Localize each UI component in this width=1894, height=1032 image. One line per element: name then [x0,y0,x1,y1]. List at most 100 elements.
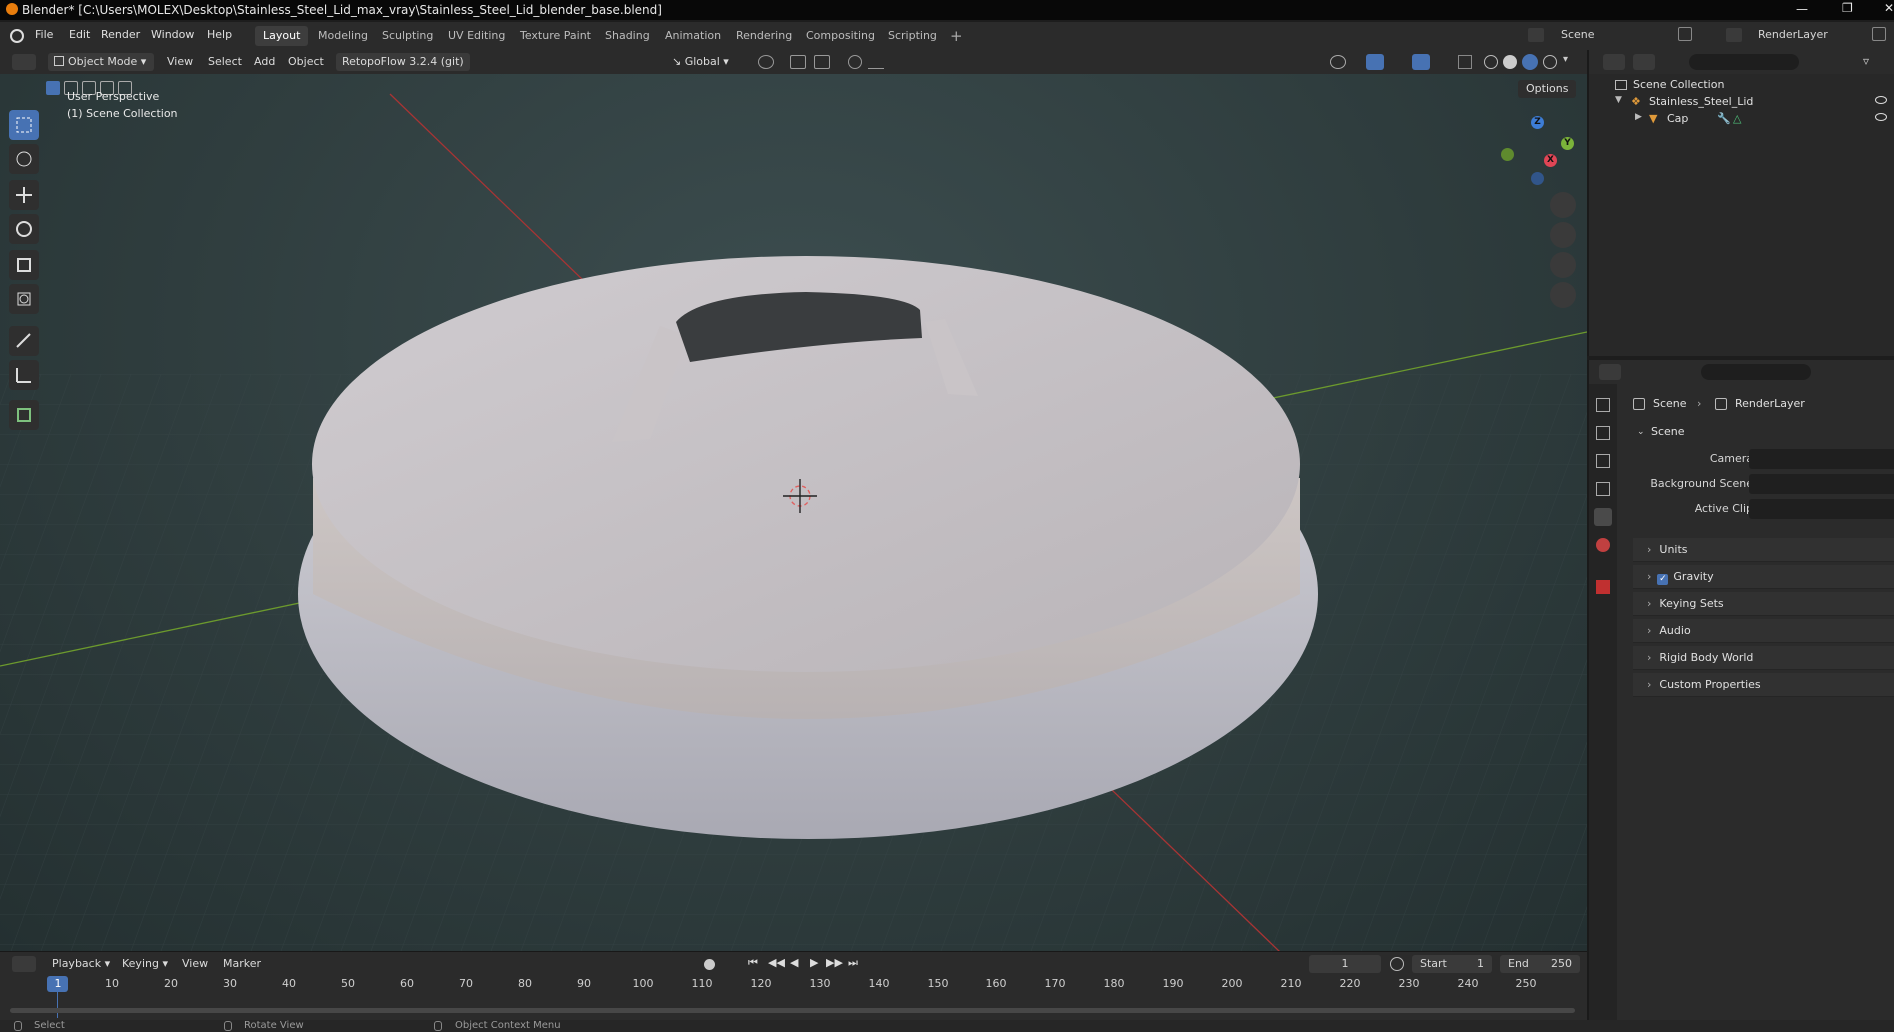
gizmo-neg-y[interactable] [1501,148,1514,161]
active-clip-field[interactable] [1749,499,1894,519]
overlay-toggle-icon[interactable] [1412,54,1430,70]
pan-hand-icon[interactable] [1550,222,1576,248]
menu-file[interactable]: File [35,28,53,41]
timeline-menu-playback[interactable]: Playback ▾ [52,955,110,973]
tab-scripting[interactable]: Scripting [880,26,945,46]
display-mode-icon[interactable] [1633,54,1655,70]
viewport-menu-object[interactable]: Object [288,53,324,71]
scene-section-title[interactable]: Scene [1651,425,1685,438]
rotate-tool[interactable] [9,214,39,244]
add-cube-tool[interactable] [9,400,39,430]
mesh-data-icon[interactable]: △ [1733,112,1741,125]
timeline-menu-keying[interactable]: Keying ▾ [122,955,168,973]
tab-layout[interactable]: Layout [255,26,309,46]
outliner-item-cap[interactable]: Cap [1667,112,1688,125]
start-frame-field[interactable]: Start 1 [1412,955,1492,973]
gizmo-neg-z[interactable] [1531,172,1544,185]
gizmo-z-axis[interactable]: Z [1531,116,1544,129]
expand-cap-icon[interactable]: ▶ [1635,112,1642,122]
panel-custom-properties[interactable]: › Custom Properties [1633,673,1894,697]
tab-modeling[interactable]: Modeling [310,26,376,46]
scale-tool[interactable] [9,250,39,280]
properties-search-input[interactable] [1701,364,1811,380]
prev-keyframe-icon[interactable]: ◀◀ [768,956,785,969]
shading-options-icon[interactable]: ▾ [1563,54,1568,65]
minimize-icon[interactable]: — [1796,2,1808,16]
menu-render[interactable]: Render [101,28,140,41]
visibility-icon[interactable] [1330,55,1346,69]
current-frame-field[interactable]: 1 [1309,955,1381,973]
lid-visibility-icon[interactable] [1875,96,1887,104]
texture-tab-icon[interactable] [1596,580,1610,594]
restore-icon[interactable]: ❐ [1842,1,1853,15]
end-frame-field[interactable]: End 250 [1500,955,1580,973]
panel-rigid-body-world[interactable]: › Rigid Body World [1633,646,1894,670]
tool-tab-icon[interactable] [1596,398,1610,412]
view-layer-name[interactable]: RenderLayer [1758,28,1828,41]
transform-tool[interactable] [9,284,39,314]
tab-uv-editing[interactable]: UV Editing [440,26,513,46]
new-view-layer-icon[interactable] [1872,27,1886,41]
shading-rendered-icon[interactable] [1543,55,1557,69]
editor-type-icon[interactable] [12,54,36,70]
render-tab-icon[interactable] [1596,426,1610,440]
blender-menu-icon[interactable] [10,29,24,43]
view-layer-icon[interactable] [1726,28,1742,42]
gizmo-x-axis[interactable]: X [1544,154,1557,167]
tab-shading[interactable]: Shading [597,26,658,46]
tab-compositing[interactable]: Compositing [798,26,883,46]
outliner-editor-icon[interactable] [1603,54,1625,70]
panel-audio[interactable]: › Audio [1633,619,1894,643]
scene-collection-label[interactable]: Scene Collection [1633,78,1724,91]
timeline-editor-icon[interactable] [12,956,36,972]
move-tool[interactable] [9,180,39,210]
add-workspace-icon[interactable]: + [950,27,963,45]
menu-help[interactable]: Help [207,28,232,41]
shading-solid-icon[interactable] [1503,55,1517,69]
tab-sculpting[interactable]: Sculpting [374,26,441,46]
mode-dropdown[interactable]: Object Mode ▾ [48,53,154,71]
scene-name[interactable]: Scene [1561,28,1595,41]
falloff-icon[interactable] [868,55,884,69]
shading-wireframe-icon[interactable] [1484,55,1498,69]
background-scene-field[interactable] [1749,474,1894,494]
camera-view-icon[interactable] [1550,252,1576,278]
outliner-item-lid[interactable]: Stainless_Steel_Lid [1649,95,1753,108]
ortho-grid-icon[interactable] [1550,282,1576,308]
panel-gravity[interactable]: › ✓ Gravity [1633,565,1894,589]
snap-icon[interactable] [790,55,806,69]
scene-section-chevron[interactable]: ⌄ [1637,427,1645,437]
tab-texture-paint[interactable]: Texture Paint [512,26,599,46]
gizmo-toggle-icon[interactable] [1366,54,1384,70]
cursor-tool[interactable] [9,144,39,174]
options-button[interactable]: Options [1518,80,1577,98]
play-reverse-icon[interactable]: ◀ [790,956,798,969]
viewport-menu-add[interactable]: Add [254,53,275,71]
new-scene-icon[interactable] [1678,27,1692,41]
scene-tab-icon[interactable] [1594,508,1612,526]
play-icon[interactable]: ▶ [810,956,818,969]
modifier-wrench-icon[interactable]: 🔧 [1717,112,1731,125]
world-tab-icon[interactable] [1596,538,1610,552]
proportional-edit-icon[interactable] [848,55,862,69]
shading-material-icon[interactable] [1522,54,1538,70]
jump-end-icon[interactable]: ⏭ [848,956,858,970]
tab-rendering[interactable]: Rendering [728,26,800,46]
retopoflow-dropdown[interactable]: RetopoFlow 3.2.4 (git) ▾ [336,53,470,86]
timeline-menu-marker[interactable]: Marker [223,955,261,973]
menu-window[interactable]: Window [151,28,194,41]
select-box-tool[interactable] [9,110,39,140]
zoom-icon[interactable] [1550,192,1576,218]
gizmo-y-axis[interactable]: Y [1561,137,1574,150]
gravity-checkbox[interactable]: ✓ [1657,574,1669,585]
auto-keying-icon[interactable] [704,959,715,970]
next-keyframe-icon[interactable]: ▶▶ [826,956,843,969]
outliner-search-input[interactable] [1689,54,1799,70]
annotate-tool[interactable] [9,326,39,356]
tab-animation[interactable]: Animation [657,26,729,46]
cap-visibility-icon[interactable] [1875,113,1887,121]
scene-icon[interactable] [1528,28,1544,42]
orientation-dropdown[interactable]: ↘ Global ▾ [672,53,748,71]
select-mode-new-icon[interactable] [46,81,60,95]
timeline-scrollbar[interactable] [10,1008,1575,1013]
